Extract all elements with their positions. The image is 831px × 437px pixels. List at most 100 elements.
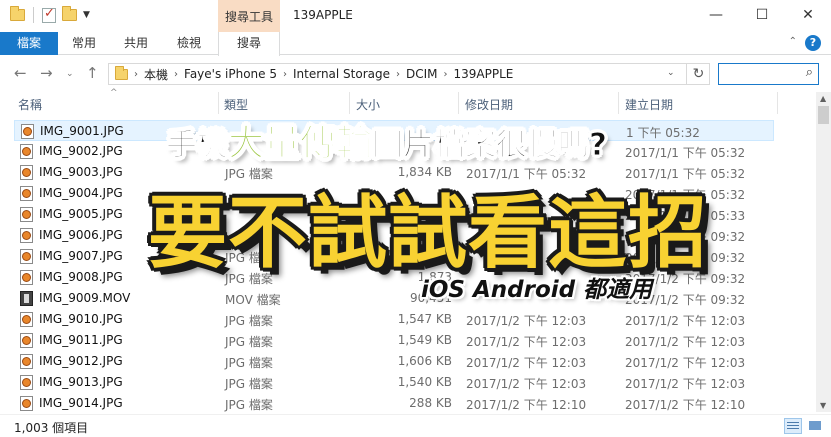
file-row[interactable]: IMG_9014.JPG JPG 檔案 288 KB 2017/1/2 下午 12:1… [14,393,774,414]
tab-share[interactable]: 共用 [110,32,162,55]
column-header-name[interactable]: 名稱 [18,96,42,113]
file-modified-date: 2017/1/2 下午 12:03 [466,314,587,328]
help-icon[interactable]: ? [805,35,821,51]
up-arrow-icon[interactable]: ↑ [86,64,99,82]
column-divider[interactable] [777,92,778,114]
breadcrumb-separator-icon[interactable]: › [444,69,448,80]
file-name: IMG_9012.JPG [39,354,123,368]
file-row[interactable]: IMG_9012.JPG JPG 檔案 1,606 KB 2017/1/2 下午 12… [14,351,774,372]
scroll-up-icon[interactable]: ▲ [820,94,826,103]
file-row[interactable]: IMG_9013.JPG JPG 檔案 1,540 KB 2017/1/2 下午 12… [14,372,774,393]
refresh-icon[interactable]: ↻ [686,63,710,85]
vertical-scrollbar[interactable]: ▲ ▼ [816,92,831,412]
file-type: JPG 檔案 [225,377,273,391]
image-file-icon [20,228,33,243]
breadcrumb-iphone[interactable]: Faye's iPhone 5 [184,67,277,81]
file-name: IMG_9013.JPG [39,375,123,389]
file-row[interactable]: IMG_9007.JPG JPG 檔案 2,151 KB 2017/1/2 下午 09… [14,246,774,267]
large-icons-view-icon[interactable] [806,418,824,434]
column-header-size[interactable]: 大小 [356,96,380,113]
column-divider[interactable] [218,92,219,114]
image-file-icon [20,312,33,327]
window-title: 139APPLE [293,8,353,22]
image-file-icon [21,124,34,139]
file-row[interactable]: IMG_9009.MOV MOV 檔案 90,451 2017/1/2 下午 09:3… [14,288,774,309]
search-input[interactable] [719,64,797,84]
file-type: JPG 檔案 [225,251,273,265]
new-folder-icon[interactable] [62,6,77,21]
title-bar: ▼ 搜尋工具 139APPLE — ☐ ✕ [0,0,831,32]
file-type: JPG 檔案 [225,272,273,286]
recent-locations-dropdown-icon[interactable]: ⌄ [66,69,74,79]
maximize-button[interactable]: ☐ [739,0,785,30]
file-type: JPG 檔案 [225,398,273,412]
tab-view[interactable]: 檢視 [162,32,216,55]
navigation-bar: ← → ⌄ ↑ › 本機 › Faye's iPhone 5 › Interna… [0,56,831,90]
close-button[interactable]: ✕ [785,0,831,30]
file-row[interactable]: IMG_9001.JPG 1 下午 05:32 [14,120,774,141]
breadcrumb-dcim[interactable]: DCIM [406,67,438,81]
video-file-icon [20,291,33,306]
file-row[interactable]: IMG_9011.JPG JPG 檔案 1,549 KB 2017/1/2 下午 12… [14,330,774,351]
breadcrumb-internal-storage[interactable]: Internal Storage [293,67,390,81]
scroll-down-icon[interactable]: ▼ [820,401,826,410]
image-file-icon [20,375,33,390]
file-row[interactable]: IMG_9008.JPG JPG 檔案 1,873 2017/1/2 下午 09:32 [14,267,774,288]
file-row[interactable]: IMG_9010.JPG JPG 檔案 1,547 KB 2017/1/2 下午 12… [14,309,774,330]
file-row[interactable]: IMG_9004.JPG 2017/1/1 下午 05:32 [14,183,774,204]
search-box[interactable]: ⌕ [718,63,819,85]
forward-arrow-icon[interactable]: → [40,64,53,82]
file-row[interactable]: IMG_9005.JPG 2017/1/1 下午 05:33 [14,204,774,225]
address-bar[interactable]: › 本機 › Faye's iPhone 5 › Internal Storag… [108,63,710,85]
folder-icon [115,65,128,80]
details-view-glyph [787,422,799,423]
column-header-created[interactable]: 建立日期 [625,96,673,113]
tab-home[interactable]: 常用 [58,32,110,55]
toolbar-divider [33,7,34,23]
file-modified-date: 2017/1/1 下午 05:32 [466,167,587,181]
properties-icon[interactable] [42,6,56,23]
minimize-button[interactable]: — [693,0,739,30]
item-count: 1,003 個項目 [14,421,89,435]
file-created-date: 2017/1/2 下午 09:32 [625,230,746,244]
file-row[interactable]: IMG_9003.JPG JPG 檔案 1,834 KB 2017/1/1 下午 05… [14,162,774,183]
file-size: 1,606 KB [397,354,452,368]
file-row[interactable]: IMG_9006.JPG 2017/1/2 下午 09:32 [14,225,774,246]
tab-file[interactable]: 檔案 [0,32,58,55]
back-arrow-icon[interactable]: ← [14,64,27,82]
breadcrumb-separator-icon[interactable]: › [134,69,138,80]
breadcrumb-separator-icon[interactable]: › [396,69,400,80]
ribbon-tabs: 檔案 常用 共用 檢視 搜尋 ⌃ ? [0,32,831,56]
column-divider[interactable] [349,92,350,114]
folder-icon[interactable] [10,6,25,21]
file-name: IMG_9004.JPG [39,186,123,200]
column-header-type[interactable]: 類型 [224,96,248,113]
file-type: JPG 檔案 [225,167,273,181]
breadcrumb-current-folder[interactable]: 139APPLE [454,67,514,81]
file-size: 90,451 [410,291,452,305]
file-modified-date: 2017/1/2 下午 12:03 [466,335,587,349]
file-created-date: 2017/1/2 下午 12:03 [625,356,746,370]
breadcrumb-separator-icon[interactable]: › [283,69,287,80]
customize-toolbar-dropdown-icon[interactable]: ▼ [83,10,90,20]
scrollbar-thumb[interactable] [818,106,829,124]
column-headers: ^ 名稱 類型 大小 修改日期 建立日期 [0,88,810,114]
search-icon[interactable]: ⌕ [806,65,813,80]
chevron-up-icon[interactable]: ⌃ [789,36,797,47]
image-file-icon [20,270,33,285]
file-created-date: 2017/1/1 下午 05:33 [625,209,746,223]
column-divider[interactable] [618,92,619,114]
file-created-date: 2017/1/2 下午 09:32 [625,272,746,286]
breadcrumb-separator-icon[interactable]: › [174,69,178,80]
file-row[interactable]: IMG_9002.JPG 2017/1/1 下午 05:32 [14,141,774,162]
details-view-icon[interactable] [784,418,802,434]
address-dropdown-icon[interactable]: ⌄ [667,68,675,78]
file-created-date: 2017/1/2 下午 09:32 [625,293,746,307]
column-divider[interactable] [458,92,459,114]
column-header-modified[interactable]: 修改日期 [465,96,513,113]
file-size: 1,549 KB [397,333,452,347]
tab-search[interactable]: 搜尋 [218,32,280,56]
image-file-icon [20,165,33,180]
file-created-date: 2017/1/1 下午 05:32 [625,188,746,202]
breadcrumb-this-pc[interactable]: 本機 [144,66,168,83]
